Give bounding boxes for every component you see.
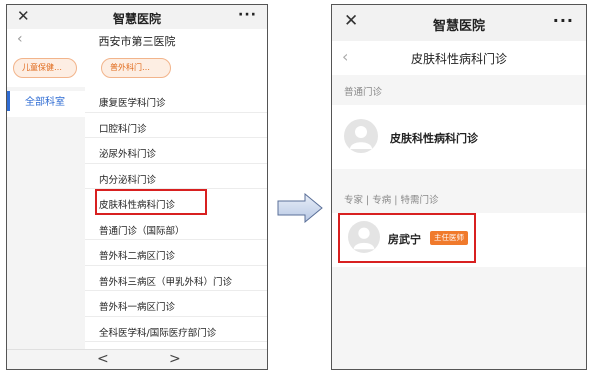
dept-label: 普通门诊（国际部） <box>99 225 185 237</box>
list-item[interactable]: 普外科三病区（甲乳外科）门诊 <box>85 266 267 291</box>
person-icon <box>353 227 375 250</box>
list-item[interactable]: 普外科一病区门诊 <box>85 291 267 317</box>
hospital-name: 西安市第三医院 <box>98 35 176 48</box>
list-item-highlighted[interactable]: 皮肤科性病科门诊 <box>95 189 207 215</box>
list-item[interactable]: 口腔科门诊 <box>85 113 267 138</box>
right-arrow-icon <box>277 193 323 223</box>
department-sidebar: 全部科室 <box>7 87 85 351</box>
section-label-text: 普通门诊 <box>344 87 383 98</box>
list-item[interactable]: 内分泌科门诊 <box>85 164 267 189</box>
divider <box>332 169 586 183</box>
right-titlebar: ✕ 智慧医院 ··· <box>332 5 586 41</box>
left-titlebar: ✕ 智慧医院 ··· <box>7 5 267 29</box>
general-clinic-card[interactable]: 皮肤科性病科门诊 <box>332 105 586 169</box>
list-item[interactable]: 普通门诊（国际部） <box>85 215 267 240</box>
recent-chips: 儿童保健… 普外科门… <box>7 51 267 87</box>
dept-label: 皮肤科性病科门诊 <box>99 200 176 211</box>
list-item[interactable]: 康复医学科门诊 <box>85 87 267 113</box>
dept-label: 普外科一病区门诊 <box>99 302 176 313</box>
dept-label: 普外科三病区（甲乳外科）门诊 <box>99 276 233 288</box>
clinic-name: 皮肤科性病科门诊 <box>390 132 478 145</box>
list-item[interactable]: 普外科二病区门诊 <box>85 240 267 266</box>
more-icon[interactable]: ··· <box>238 7 257 23</box>
doctor-title-badge: 主任医师 <box>430 231 468 245</box>
browser-nav-bar: < > <box>7 349 267 369</box>
app-title: 智慧医院 <box>112 12 161 26</box>
dept-label: 全科医学科/国际医疗部门诊 <box>99 327 217 339</box>
nav-back-button[interactable]: < <box>97 351 109 367</box>
left-header: ‹ 西安市第三医院 <box>7 29 267 51</box>
left-phone-screen: ✕ 智慧医院 ··· ‹ 西安市第三医院 儿童保健… 普外科门… 全部科室 康复… <box>6 4 268 370</box>
chip-general-surgery[interactable]: 普外科门… <box>101 58 171 78</box>
right-header: ‹ 皮肤科性病科门诊 <box>332 41 586 75</box>
department-list: 康复医学科门诊 口腔科门诊 泌尿外科门诊 内分泌科门诊 皮肤科性病科门诊 普通门… <box>85 87 267 342</box>
composite-screenshot: ✕ 智慧医院 ··· ‹ 西安市第三医院 儿童保健… 普外科门… 全部科室 康复… <box>0 0 593 374</box>
section-label-text: 专家 | 专病 | 特需门诊 <box>344 195 439 206</box>
person-icon <box>350 126 372 149</box>
list-item[interactable]: 泌尿外科门诊 <box>85 138 267 164</box>
more-icon[interactable]: ··· <box>553 11 574 30</box>
doctor-card[interactable]: 房武宁 主任医师 <box>338 213 476 263</box>
section-expert-label: 专家 | 专病 | 特需门诊 <box>332 183 586 213</box>
right-phone-screen: ✕ 智慧医院 ··· ‹ 皮肤科性病科门诊 普通门诊 皮肤科性病科门诊 专家 |… <box>331 4 587 370</box>
dept-label: 口腔科门诊 <box>99 123 147 135</box>
sidebar-selected-bar <box>7 91 10 111</box>
nav-forward-button[interactable]: > <box>169 351 181 367</box>
dept-label: 泌尿外科门诊 <box>99 149 157 160</box>
dept-label: 康复医学科门诊 <box>99 98 166 109</box>
list-item[interactable]: 全科医学科/国际医疗部门诊 <box>85 317 267 342</box>
doctor-name: 房武宁 <box>388 233 421 246</box>
avatar <box>344 119 378 153</box>
page-title: 皮肤科性病科门诊 <box>410 52 507 66</box>
avatar <box>348 221 380 253</box>
section-general-label: 普通门诊 <box>332 75 586 105</box>
dept-label: 普外科二病区门诊 <box>99 251 176 262</box>
dept-label: 内分泌科门诊 <box>99 174 157 186</box>
app-title: 智慧医院 <box>432 19 485 34</box>
empty-area <box>332 267 586 369</box>
chip-child-health[interactable]: 儿童保健… <box>13 58 77 78</box>
sidebar-item-label: 全部科室 <box>25 97 65 108</box>
